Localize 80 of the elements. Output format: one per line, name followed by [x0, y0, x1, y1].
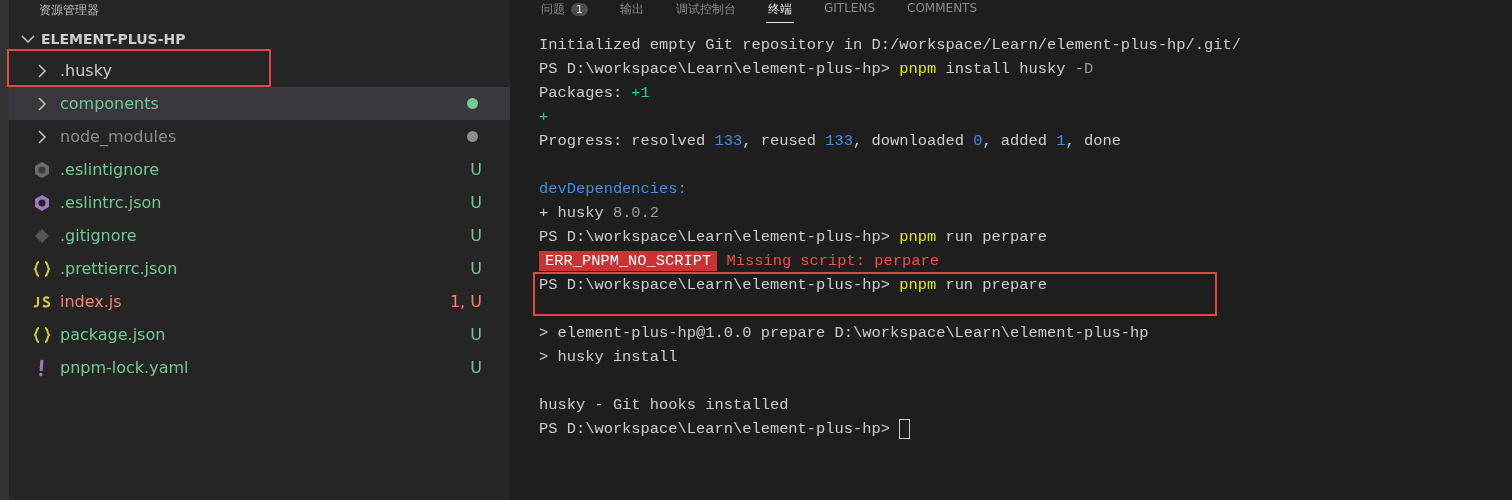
terminal-text: run prepare	[944, 276, 1047, 294]
file-name: package.json	[60, 325, 167, 344]
file-item[interactable]: pnpm-lock.yaml U	[9, 351, 510, 384]
folder-item[interactable]: components	[9, 87, 510, 120]
file-name: .eslintignore	[60, 160, 161, 179]
terminal-text: +1	[631, 84, 650, 102]
terminal-text: pnpm	[899, 276, 937, 294]
terminal-text: 8.0.2	[612, 204, 660, 222]
terminal-text: + husky	[539, 204, 605, 222]
git-status: U	[470, 160, 482, 179]
terminal-text: 133	[714, 132, 743, 150]
file-item[interactable]: .gitignore U	[9, 219, 510, 252]
braces-icon	[33, 326, 51, 343]
diamond-icon	[34, 227, 50, 244]
chevron-right-icon	[37, 96, 47, 111]
js-file-icon	[33, 295, 51, 308]
hexagon-icon	[33, 160, 51, 179]
terminal-text: 133	[825, 132, 854, 150]
file-name: .husky	[60, 61, 113, 80]
terminal-text: husky - Git hooks installed	[539, 396, 789, 414]
explorer-title: 资源管理器	[38, 2, 100, 19]
terminal-text: PS D:\workspace\Learn\element-plus-hp>	[539, 60, 891, 78]
git-status: U	[470, 325, 482, 344]
file-item[interactable]: package.json U	[9, 318, 510, 351]
git-status: U	[470, 193, 482, 212]
terminal-text: run perpare	[944, 228, 1047, 246]
panel-tab[interactable]: 输出	[618, 0, 646, 23]
folder-item[interactable]: .husky	[9, 54, 510, 87]
exclamation-icon	[38, 358, 46, 377]
chevron-right-icon	[37, 129, 47, 144]
terminal-text: Progress: resolved	[539, 132, 707, 150]
file-item[interactable]: .eslintignore U	[9, 153, 510, 186]
terminal-text: > husky install	[539, 348, 678, 366]
panel-tab[interactable]: 问题 1	[539, 0, 590, 23]
terminal-text: Packages:	[539, 84, 624, 102]
panel-tab[interactable]: GITLENS	[822, 0, 878, 20]
terminal-text: , added	[982, 132, 1049, 150]
terminal-text: PS D:\workspace\Learn\element-plus-hp>	[539, 420, 891, 438]
terminal-text: 1	[1056, 132, 1066, 150]
git-status: U	[470, 358, 482, 377]
terminal-text: , done	[1065, 132, 1121, 150]
count-badge: 1	[571, 3, 588, 16]
terminal-text: -D	[1074, 60, 1094, 78]
git-status: 1, U	[449, 292, 482, 311]
file-name: .eslintrc.json	[60, 193, 163, 212]
terminal-text: +	[539, 108, 549, 126]
file-name: .prettierrc.json	[60, 259, 179, 278]
file-name: node_modules	[60, 127, 178, 146]
chevron-right-icon	[37, 63, 47, 78]
file-item[interactable]: .eslintrc.json U	[9, 186, 510, 219]
terminal-text: PS D:\workspace\Learn\element-plus-hp>	[539, 276, 891, 294]
braces-icon	[33, 260, 51, 277]
terminal-text: install husky	[944, 60, 1067, 78]
error-badge: ERR_PNPM_NO_SCRIPT	[539, 251, 718, 271]
panel-tab[interactable]: 终端	[766, 0, 794, 23]
file-name: components	[60, 94, 160, 113]
workspace-root[interactable]: ELEMENT-PLUS-HP	[9, 24, 510, 54]
folder-item[interactable]: node_modules	[9, 120, 510, 153]
terminal-text: devDependencies:	[539, 180, 687, 198]
panel-tab[interactable]: COMMENTS	[905, 0, 980, 20]
terminal-cursor	[899, 418, 911, 439]
terminal-text: PS D:\workspace\Learn\element-plus-hp>	[539, 228, 891, 246]
file-item[interactable]: .prettierrc.json U	[9, 252, 510, 285]
chevron-down-icon	[21, 34, 35, 44]
git-status: U	[470, 259, 482, 278]
panel-tab[interactable]: 调试控制台	[674, 0, 738, 23]
terminal-text: Initialized empty Git repository in D:/workspace/Learn/element-plus-hp/.git/	[539, 36, 1241, 54]
hexagon-icon	[33, 193, 51, 212]
terminal-text: > element-plus-hp@1.0.0 prepare D:\workspace\Learn\element-plus-hp	[539, 324, 1149, 342]
git-status: U	[470, 226, 482, 245]
terminal-text: , downloaded	[853, 132, 965, 150]
file-item[interactable]: index.js 1, U	[9, 285, 510, 318]
terminal-text: pnpm	[899, 60, 937, 78]
terminal-text: Missing script: perpare	[725, 252, 939, 270]
terminal-text: 0	[973, 132, 983, 150]
terminal-text: pnpm	[899, 228, 937, 246]
terminal-text: , reused	[742, 132, 818, 150]
file-name: pnpm-lock.yaml	[60, 358, 190, 377]
file-name: .gitignore	[60, 226, 138, 245]
file-name: index.js	[60, 292, 123, 311]
